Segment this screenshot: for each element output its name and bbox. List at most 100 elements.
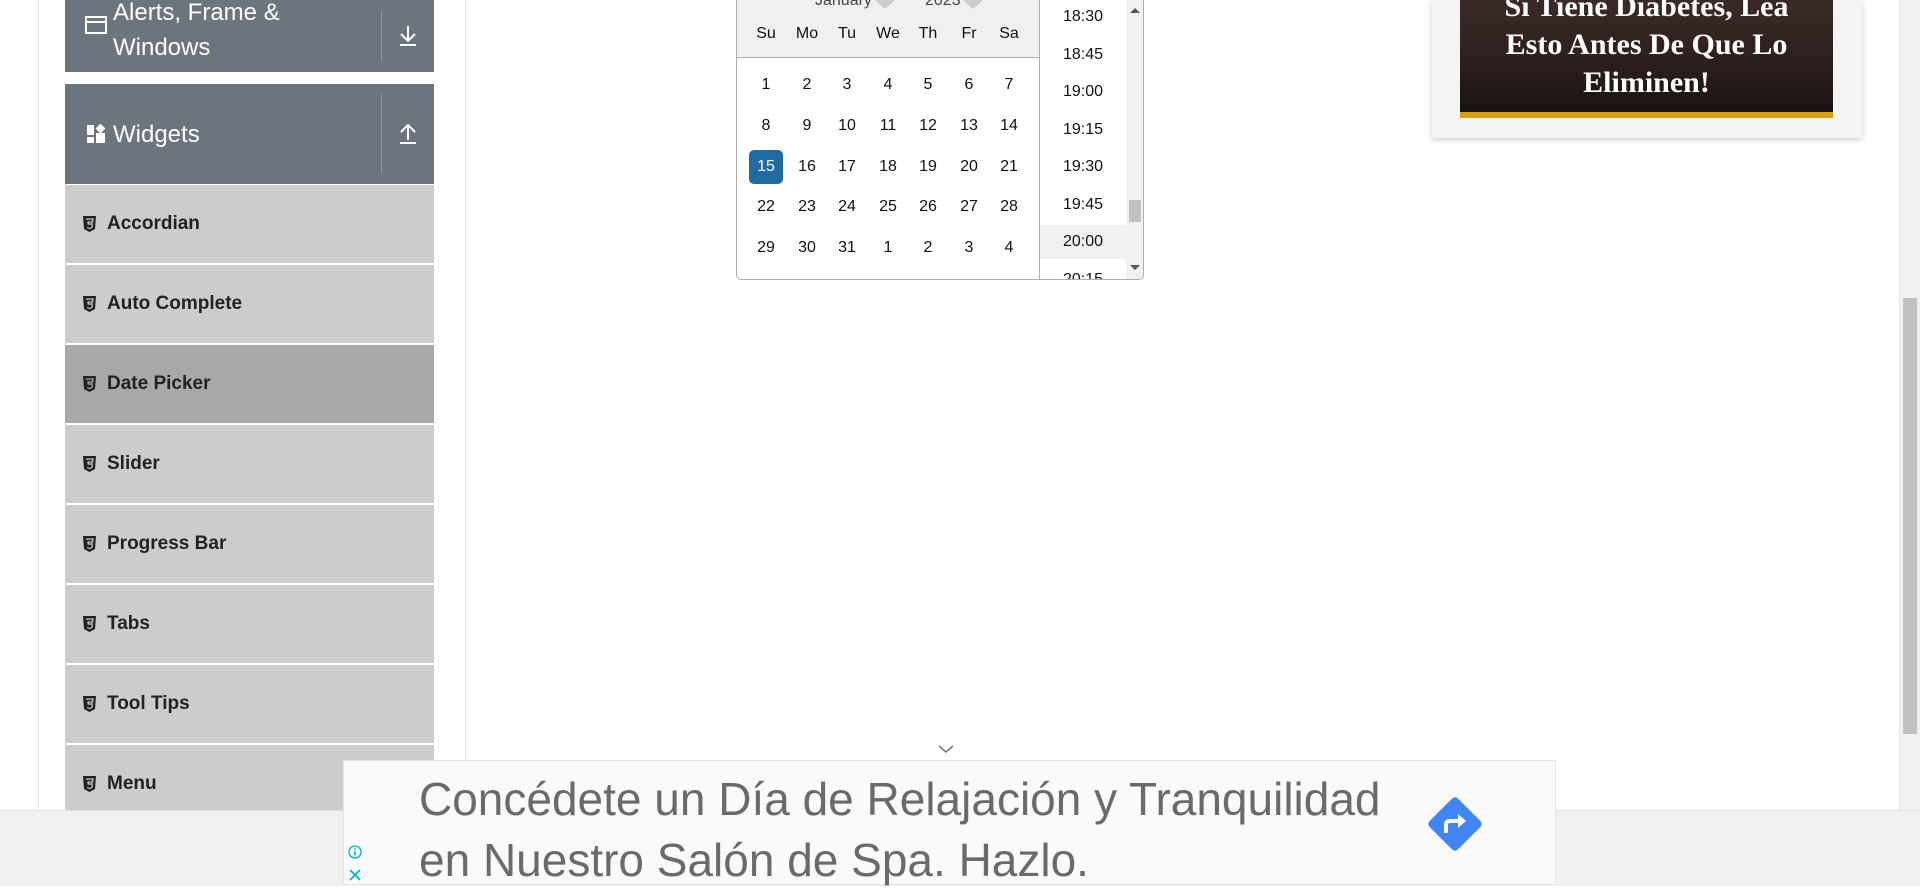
day-cell[interactable]: 3: [830, 68, 864, 102]
month-select[interactable]: January: [815, 0, 872, 10]
close-icon[interactable]: [348, 868, 362, 882]
group-alerts-frame-windows[interactable]: Alerts, Frame & Windows: [65, 0, 434, 72]
day-cell[interactable]: 8: [749, 109, 783, 143]
time-option[interactable]: 18:45: [1040, 38, 1126, 72]
ad-text-line: Esto Antes De Que Lo: [1505, 28, 1788, 61]
day-cell[interactable]: 3: [952, 231, 986, 265]
window-icon: [85, 14, 107, 36]
datepicker-popup: January 2023 Su Mo Tu We Th Fr Sa 1 2 3 …: [736, 0, 1144, 280]
day-cell[interactable]: 26: [911, 190, 945, 224]
day-cell[interactable]: 24: [830, 190, 864, 224]
day-cell[interactable]: 17: [830, 150, 864, 184]
day-cell[interactable]: 1: [871, 231, 905, 265]
menu-item-label: Date Picker: [107, 373, 211, 394]
menu-item-tool-tips[interactable]: Tool Tips: [65, 665, 434, 743]
day-cell[interactable]: 4: [871, 68, 905, 102]
info-icon[interactable]: [348, 845, 362, 859]
day-cell-selected[interactable]: 15: [749, 150, 783, 184]
banner-text: Concédete un Día de Relajación y Tranqui…: [419, 769, 1419, 891]
menu-item-progress-bar[interactable]: Progress Bar: [65, 505, 434, 583]
day-cell[interactable]: 9: [790, 109, 824, 143]
day-cell[interactable]: 1: [749, 68, 783, 102]
page-scroll-thumb[interactable]: [1903, 298, 1917, 734]
directions-arrow-icon[interactable]: [1422, 791, 1488, 857]
menu-item-slider[interactable]: Slider: [65, 425, 434, 503]
day-cell[interactable]: 30: [790, 231, 824, 265]
html5-icon: [83, 616, 97, 632]
month-caret-icon[interactable]: [875, 0, 895, 9]
bottom-ad-banner[interactable]: Concédete un Día de Relajación y Tranqui…: [343, 760, 1556, 886]
day-cell[interactable]: 6: [952, 68, 986, 102]
time-list-scrollbar[interactable]: [1126, 0, 1143, 279]
day-cell[interactable]: 21: [992, 150, 1026, 184]
upload-arrow-icon[interactable]: [382, 84, 434, 184]
banner-line: Concédete un Día de Relajación y Tranqui…: [419, 773, 1381, 825]
day-cell[interactable]: 5: [911, 68, 945, 102]
menu-item-label: Menu: [107, 773, 157, 794]
menu-item-label: Auto Complete: [107, 293, 243, 314]
html5-icon: [83, 216, 97, 232]
day-cell[interactable]: 19: [911, 150, 945, 184]
year-caret-icon[interactable]: [963, 0, 983, 9]
day-cell[interactable]: 2: [790, 68, 824, 102]
day-cell[interactable]: 25: [871, 190, 905, 224]
day-cell[interactable]: 14: [992, 109, 1026, 143]
menu-item-date-picker[interactable]: Date Picker: [65, 345, 434, 423]
day-cell[interactable]: 4: [992, 231, 1026, 265]
day-cell[interactable]: 29: [749, 231, 783, 265]
html5-icon: [83, 536, 97, 552]
day-cell[interactable]: 31: [830, 231, 864, 265]
year-select[interactable]: 2023: [925, 0, 961, 10]
menu-item-label: Tabs: [107, 613, 150, 634]
time-list: 18:30 18:45 19:00 19:15 19:30 19:45 20:0…: [1039, 0, 1143, 279]
day-cell[interactable]: 28: [992, 190, 1026, 224]
html5-icon: [83, 456, 97, 472]
html5-icon: [83, 376, 97, 392]
scroll-up-icon[interactable]: [1130, 8, 1140, 13]
day-cell[interactable]: 27: [952, 190, 986, 224]
menu-item-label: Accordian: [107, 213, 200, 234]
scroll-thumb[interactable]: [1129, 200, 1141, 222]
weekday-label: Mo: [795, 25, 819, 42]
day-cell[interactable]: 16: [790, 150, 824, 184]
time-option[interactable]: 19:00: [1040, 75, 1126, 109]
weekday-label: Su: [756, 25, 776, 42]
time-option[interactable]: 18:30: [1040, 0, 1126, 34]
day-cell[interactable]: 23: [790, 190, 824, 224]
group-widgets[interactable]: Widgets: [65, 84, 434, 184]
html5-icon: [83, 776, 97, 792]
weekday-label: Fr: [961, 25, 977, 42]
time-option[interactable]: 20:15: [1040, 263, 1126, 279]
time-option[interactable]: 19:30: [1040, 150, 1126, 184]
day-cell[interactable]: 11: [871, 109, 905, 143]
side-ad[interactable]: Si Tiene Diabetes, Lea Esto Antes De Que…: [1432, 0, 1862, 138]
time-option[interactable]: 19:15: [1040, 113, 1126, 147]
widgets-icon: [85, 123, 107, 145]
day-cell[interactable]: 13: [952, 109, 986, 143]
html5-icon: [83, 296, 97, 312]
ad-text-line: Si Tiene Diabetes, Lea: [1504, 0, 1789, 23]
page-scrollbar[interactable]: [1899, 0, 1920, 810]
download-arrow-icon[interactable]: [382, 0, 434, 72]
menu-item-accordian[interactable]: Accordian: [65, 185, 434, 263]
datepicker-header: January 2023 Su Mo Tu We Th Fr Sa: [737, 0, 1039, 58]
day-cell[interactable]: 18: [871, 150, 905, 184]
day-cell[interactable]: 10: [830, 109, 864, 143]
scroll-down-icon[interactable]: [1130, 265, 1140, 270]
day-cell[interactable]: 7: [992, 68, 1026, 102]
time-option[interactable]: 19:45: [1040, 188, 1126, 222]
weekday-label: Sa: [999, 25, 1019, 42]
weekday-label: Th: [918, 25, 938, 42]
menu-item-tabs[interactable]: Tabs: [65, 585, 434, 663]
ad-image[interactable]: Si Tiene Diabetes, Lea Esto Antes De Que…: [1460, 0, 1833, 118]
ad-text-line: Eliminen!: [1583, 66, 1710, 99]
day-cell[interactable]: 2: [911, 231, 945, 265]
chevron-down-icon[interactable]: [937, 742, 955, 754]
html5-icon: [83, 696, 97, 712]
menu-item-auto-complete[interactable]: Auto Complete: [65, 265, 434, 343]
day-cell[interactable]: 22: [749, 190, 783, 224]
day-cell[interactable]: 12: [911, 109, 945, 143]
time-option-highlighted[interactable]: 20:00: [1040, 225, 1126, 259]
day-cell[interactable]: 20: [952, 150, 986, 184]
menu-item-label: Slider: [107, 453, 160, 474]
